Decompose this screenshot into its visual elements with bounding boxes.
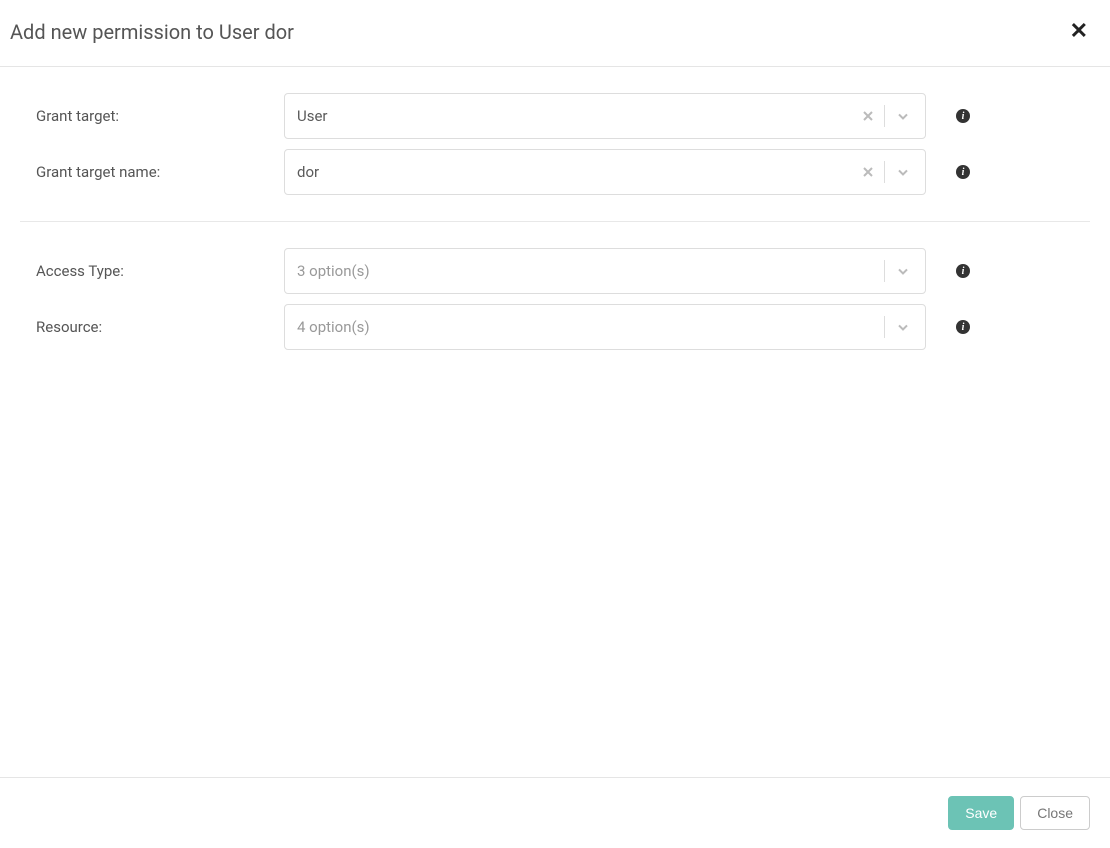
clear-icon[interactable]	[854, 104, 882, 128]
grant-target-value: User	[297, 107, 854, 125]
chevron-down-icon[interactable]	[889, 259, 917, 283]
modal-title: Add new permission to User dor	[10, 20, 294, 44]
indicator-separator	[884, 260, 885, 282]
grant-target-select[interactable]: User	[284, 93, 926, 139]
access-type-placeholder: 3 option(s)	[297, 262, 882, 280]
save-button[interactable]: Save	[948, 796, 1014, 830]
indicator-separator	[884, 316, 885, 338]
indicator-separator	[884, 161, 885, 183]
info-icon[interactable]: i	[956, 264, 970, 278]
info-icon[interactable]: i	[956, 165, 970, 179]
grant-target-label: Grant target:	[20, 107, 268, 125]
resource-placeholder: 4 option(s)	[297, 318, 882, 336]
access-type-label: Access Type:	[20, 262, 268, 280]
grant-target-name-label: Grant target name:	[20, 163, 268, 181]
grant-target-name-select[interactable]: dor	[284, 149, 926, 195]
resource-label: Resource:	[20, 318, 268, 336]
close-icon[interactable]: ✕	[1066, 21, 1092, 43]
info-icon[interactable]: i	[956, 109, 970, 123]
chevron-down-icon[interactable]	[889, 104, 917, 128]
access-type-select[interactable]: 3 option(s)	[284, 248, 926, 294]
indicator-separator	[884, 105, 885, 127]
resource-select[interactable]: 4 option(s)	[284, 304, 926, 350]
close-button[interactable]: Close	[1020, 796, 1090, 830]
section-divider	[20, 221, 1090, 222]
info-icon[interactable]: i	[956, 320, 970, 334]
grant-target-name-value: dor	[297, 163, 854, 181]
chevron-down-icon[interactable]	[889, 315, 917, 339]
clear-icon[interactable]	[854, 160, 882, 184]
chevron-down-icon[interactable]	[889, 160, 917, 184]
